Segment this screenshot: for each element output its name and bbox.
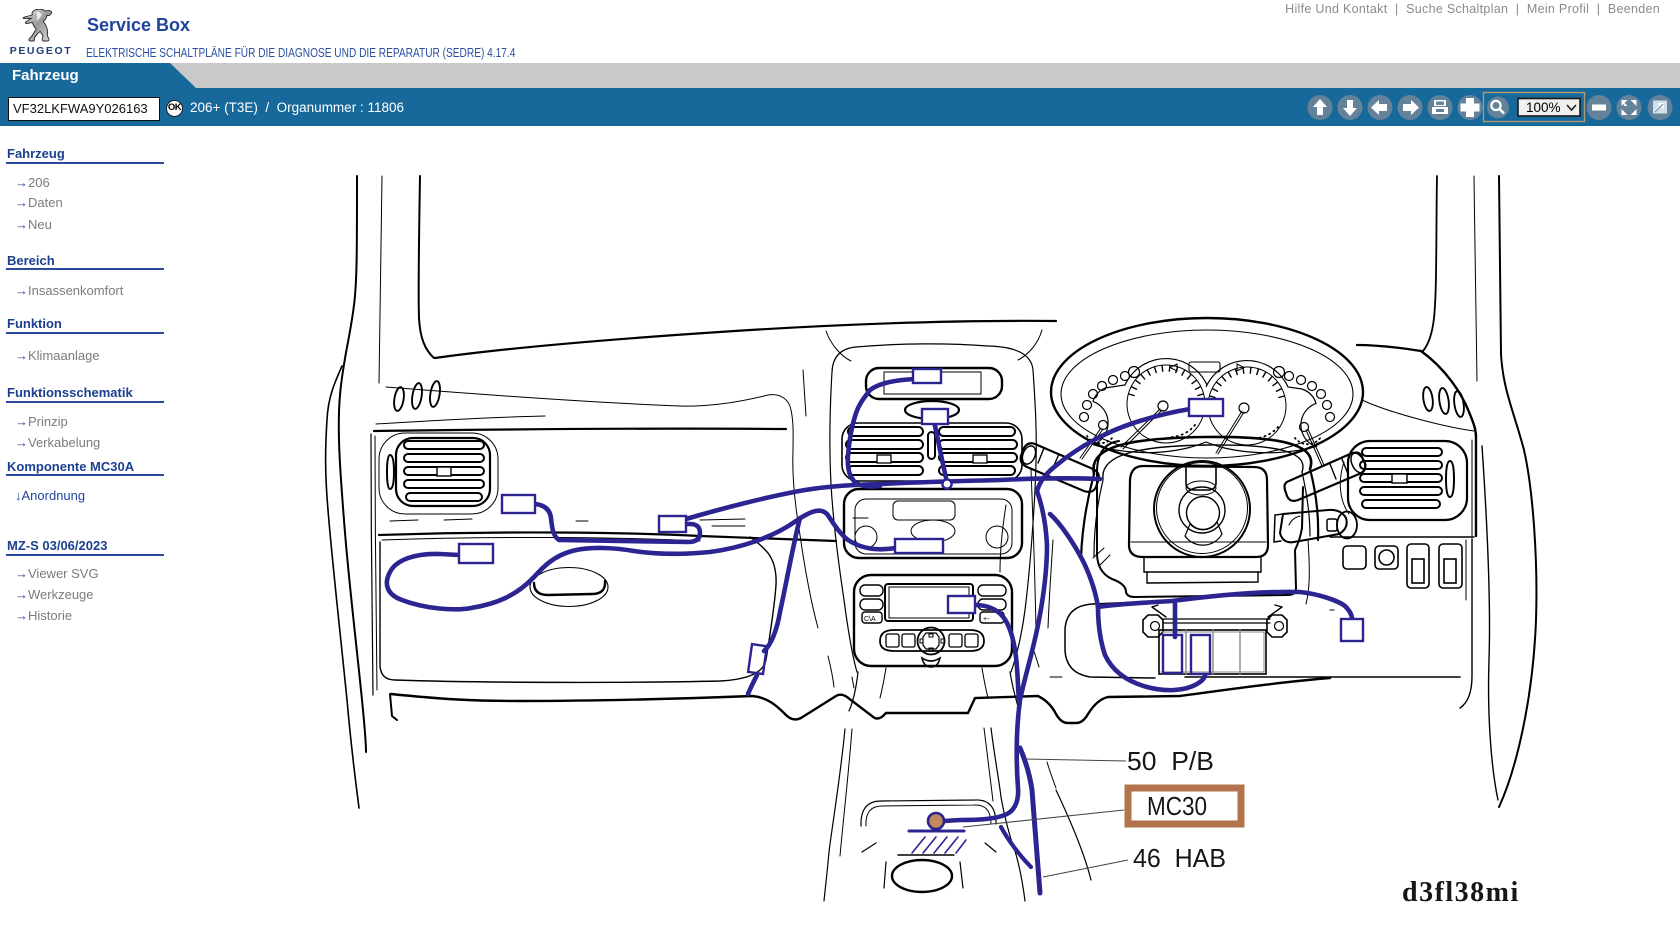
svg-text:46 HAB: 46 HAB [1133,843,1226,873]
svg-text:MC30: MC30 [1147,791,1207,821]
svg-text:+-: +- [983,616,990,623]
svg-text:C\A: C\A [864,616,876,623]
svg-text:50 P/B: 50 P/B [1127,746,1214,776]
svg-text:d3fl38mi: d3fl38mi [1402,877,1520,908]
